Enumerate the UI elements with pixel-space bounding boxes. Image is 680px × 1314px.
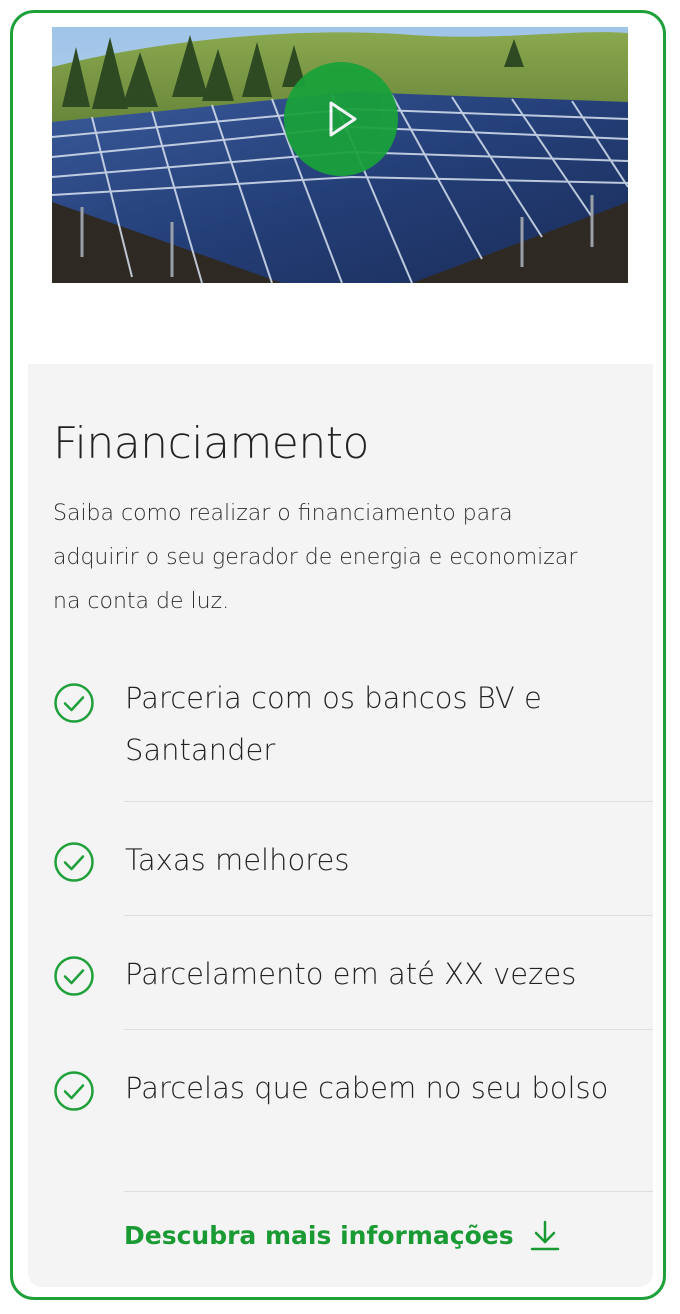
check-circle-icon — [54, 1071, 94, 1111]
financing-panel: Financiamento Saiba como realizar o fina… — [28, 364, 653, 1287]
section-description: Saiba como realizar o financiamento para… — [53, 501, 578, 614]
discover-more-link[interactable]: Descubra mais informações — [124, 1218, 562, 1252]
divider — [124, 1029, 653, 1030]
check-circle-icon — [54, 842, 94, 882]
feature-label: Taxas melhores — [125, 843, 350, 877]
discover-more-label: Descubra mais informações — [124, 1220, 514, 1250]
divider — [124, 801, 653, 802]
section-title: Financiamento — [53, 418, 369, 469]
divider — [124, 915, 653, 916]
arrow-down-icon — [530, 1220, 559, 1251]
video-thumbnail[interactable] — [52, 27, 628, 283]
divider — [124, 1191, 653, 1192]
feature-label: Parcelamento em até XX vezes — [125, 957, 577, 991]
play-button[interactable] — [284, 62, 398, 176]
check-circle-icon — [54, 956, 94, 996]
check-circle-icon — [54, 683, 94, 723]
feature-label: Parcelas que cabem no seu bolso — [125, 1071, 609, 1105]
play-icon — [329, 101, 357, 137]
feature-label: Parceria com os bancos BV e Santander — [125, 681, 542, 767]
